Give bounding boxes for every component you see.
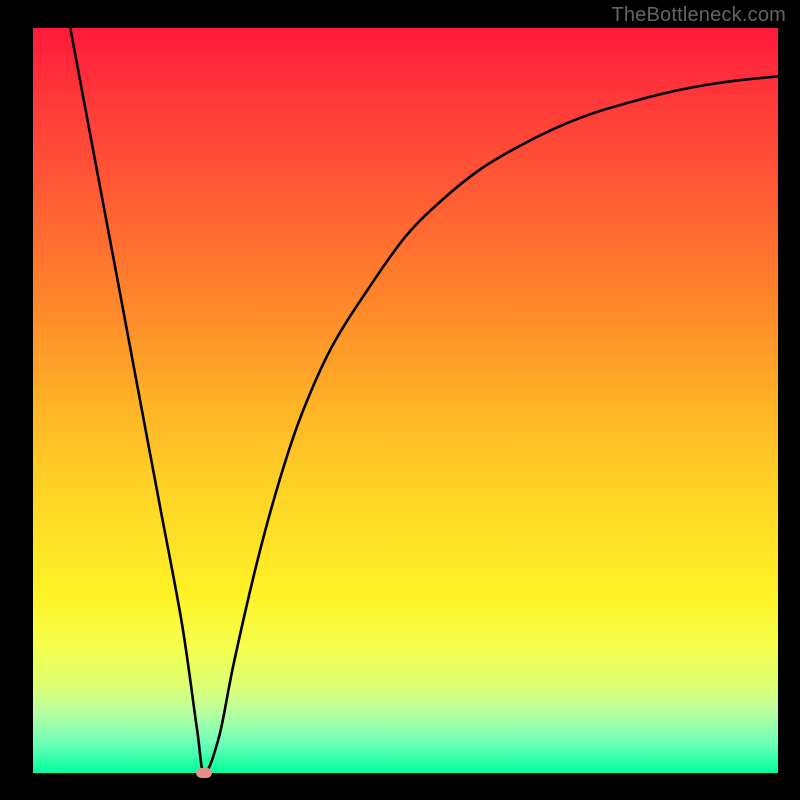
chart-frame: TheBottleneck.com (0, 0, 800, 800)
curve-path (70, 28, 778, 773)
watermark-text: TheBottleneck.com (611, 4, 786, 27)
plot-area (33, 28, 778, 773)
optimum-marker (196, 768, 212, 778)
bottleneck-curve (33, 28, 778, 773)
